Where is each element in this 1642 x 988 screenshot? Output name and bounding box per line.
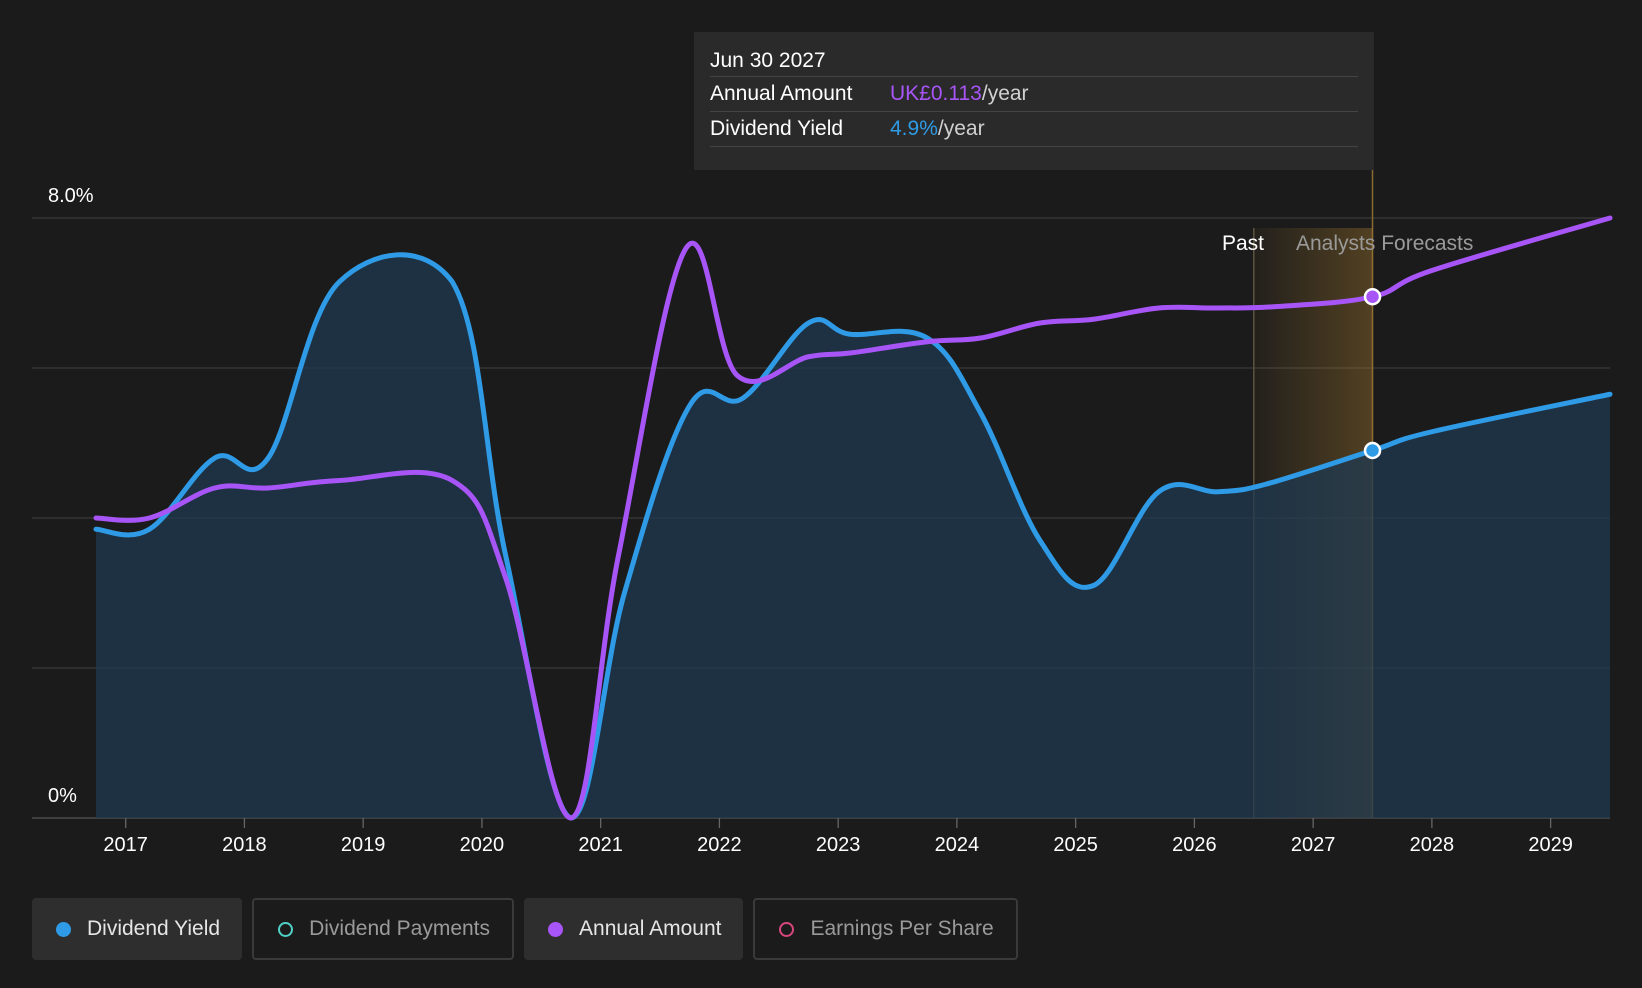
y-tick-label-bottom: 0% (48, 785, 77, 807)
tooltip-yield-unit: /year (937, 117, 985, 140)
legend-label: Dividend Payments (309, 917, 491, 940)
chart-legend: Dividend Yield Dividend Payments Annual … (32, 898, 1018, 960)
x-tick-label: 2019 (341, 834, 386, 856)
legend-dot-icon (548, 921, 564, 937)
x-tick-label: 2026 (1172, 834, 1217, 856)
x-tick-label: 2023 (816, 834, 861, 856)
legend-dot-icon (278, 921, 294, 937)
tooltip-annual-value: UK£0.113 (890, 82, 982, 105)
yield-area-fill (96, 254, 1610, 818)
forecast-label: Analysts Forecasts (1296, 232, 1473, 255)
x-tick-label: 2028 (1410, 834, 1455, 856)
legend-annual-amount-button[interactable]: Annual Amount (524, 898, 744, 960)
legend-dividend-payments-button[interactable]: Dividend Payments (252, 898, 515, 960)
legend-label: Annual Amount (579, 917, 722, 940)
legend-earnings-per-share-button[interactable]: Earnings Per Share (753, 898, 1018, 960)
x-axis: 2017 2018 2019 2020 2021 2022 2023 2024 2025 2026… (103, 818, 1573, 856)
x-tick-label: 2027 (1291, 834, 1336, 856)
tooltip-annual-unit: /year (981, 82, 1029, 105)
x-tick-label: 2022 (697, 834, 742, 856)
tooltip-annual-label: Annual Amount (710, 82, 853, 105)
legend-dividend-yield-button[interactable]: Dividend Yield (32, 898, 243, 960)
x-tick-label: 2020 (460, 834, 505, 856)
yield-area (96, 254, 1610, 818)
x-tick-label: 2029 (1528, 834, 1573, 856)
tooltip-yield-value: 4.9% (890, 117, 938, 140)
annual-amount-marker (1363, 288, 1382, 306)
tooltip-date: Jun 30 2027 (710, 46, 1358, 77)
legend-label: Dividend Yield (87, 917, 221, 940)
y-tick-label-top: 8.0% (48, 185, 94, 207)
legend-dot-icon (779, 921, 795, 937)
legend-label: Earnings Per Share (810, 917, 994, 940)
x-tick-label: 2021 (578, 834, 623, 856)
x-tick-label: 2024 (935, 834, 980, 856)
dividend-yield-marker (1363, 441, 1382, 460)
x-tick-label: 2025 (1053, 834, 1098, 856)
legend-dot-icon (56, 921, 71, 937)
tooltip-yield-label: Dividend Yield (710, 117, 844, 140)
x-tick-label: 2017 (103, 834, 148, 856)
past-label: Past (1222, 232, 1264, 255)
x-tick-label: 2018 (222, 834, 267, 856)
hover-tooltip: Jun 30 2027 Annual Amount UK£0.113 /year… (694, 32, 1374, 170)
tooltip-annual-row: Annual Amount UK£0.113 /year (710, 77, 1358, 112)
tooltip-yield-row: Dividend Yield 4.9% /year (710, 112, 1358, 147)
